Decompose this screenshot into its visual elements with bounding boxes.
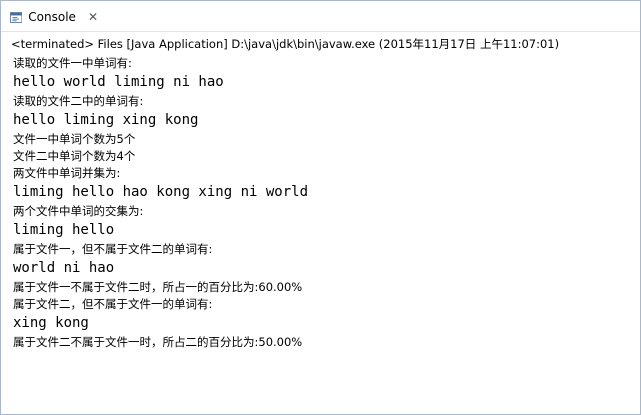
console-line: 文件二中单词个数为4个 [13,149,136,163]
console-line: liming hello [13,222,115,238]
console-line: 两文件中单词并集为: [13,166,121,180]
tab-bar: Console ✕ [1,1,640,32]
console-line: 属于文件二，但不属于文件一的单词有: [13,297,213,311]
tab-console[interactable]: Console ✕ [2,4,98,30]
console-line: 读取的文件二中的单词有: [13,94,144,108]
close-icon[interactable]: ✕ [88,11,98,23]
console-output: 读取的文件一中单词有: hello world liming ni hao 读取的文… [13,55,636,351]
console-line: 读取的文件一中单词有: [13,56,132,70]
tab-console-label: Console [28,10,76,24]
console-line: 文件一中单词个数为5个 [13,132,136,146]
console-line: 两个文件中单词的交集为: [13,204,144,218]
console-line: hello liming xing kong [13,112,199,128]
console-line: 属于文件二不属于文件一时，所占二的百分比为:50.00% [13,335,303,349]
console-icon [10,11,23,23]
console-line: xing kong [13,315,89,331]
console-line: liming hello hao kong xing ni world [13,184,309,200]
console-line: 属于文件一，但不属于文件二的单词有: [13,242,213,256]
console-line: hello world liming ni hao [13,74,224,90]
console-line: world ni hao [13,260,115,276]
process-status: <terminated> Files [Java Application] D:… [11,37,560,51]
console-view: Console ✕ <terminated> Files [Java Appli… [0,0,641,415]
console-line: 属于文件一不属于文件二时，所占一的百分比为:60.00% [13,280,303,294]
